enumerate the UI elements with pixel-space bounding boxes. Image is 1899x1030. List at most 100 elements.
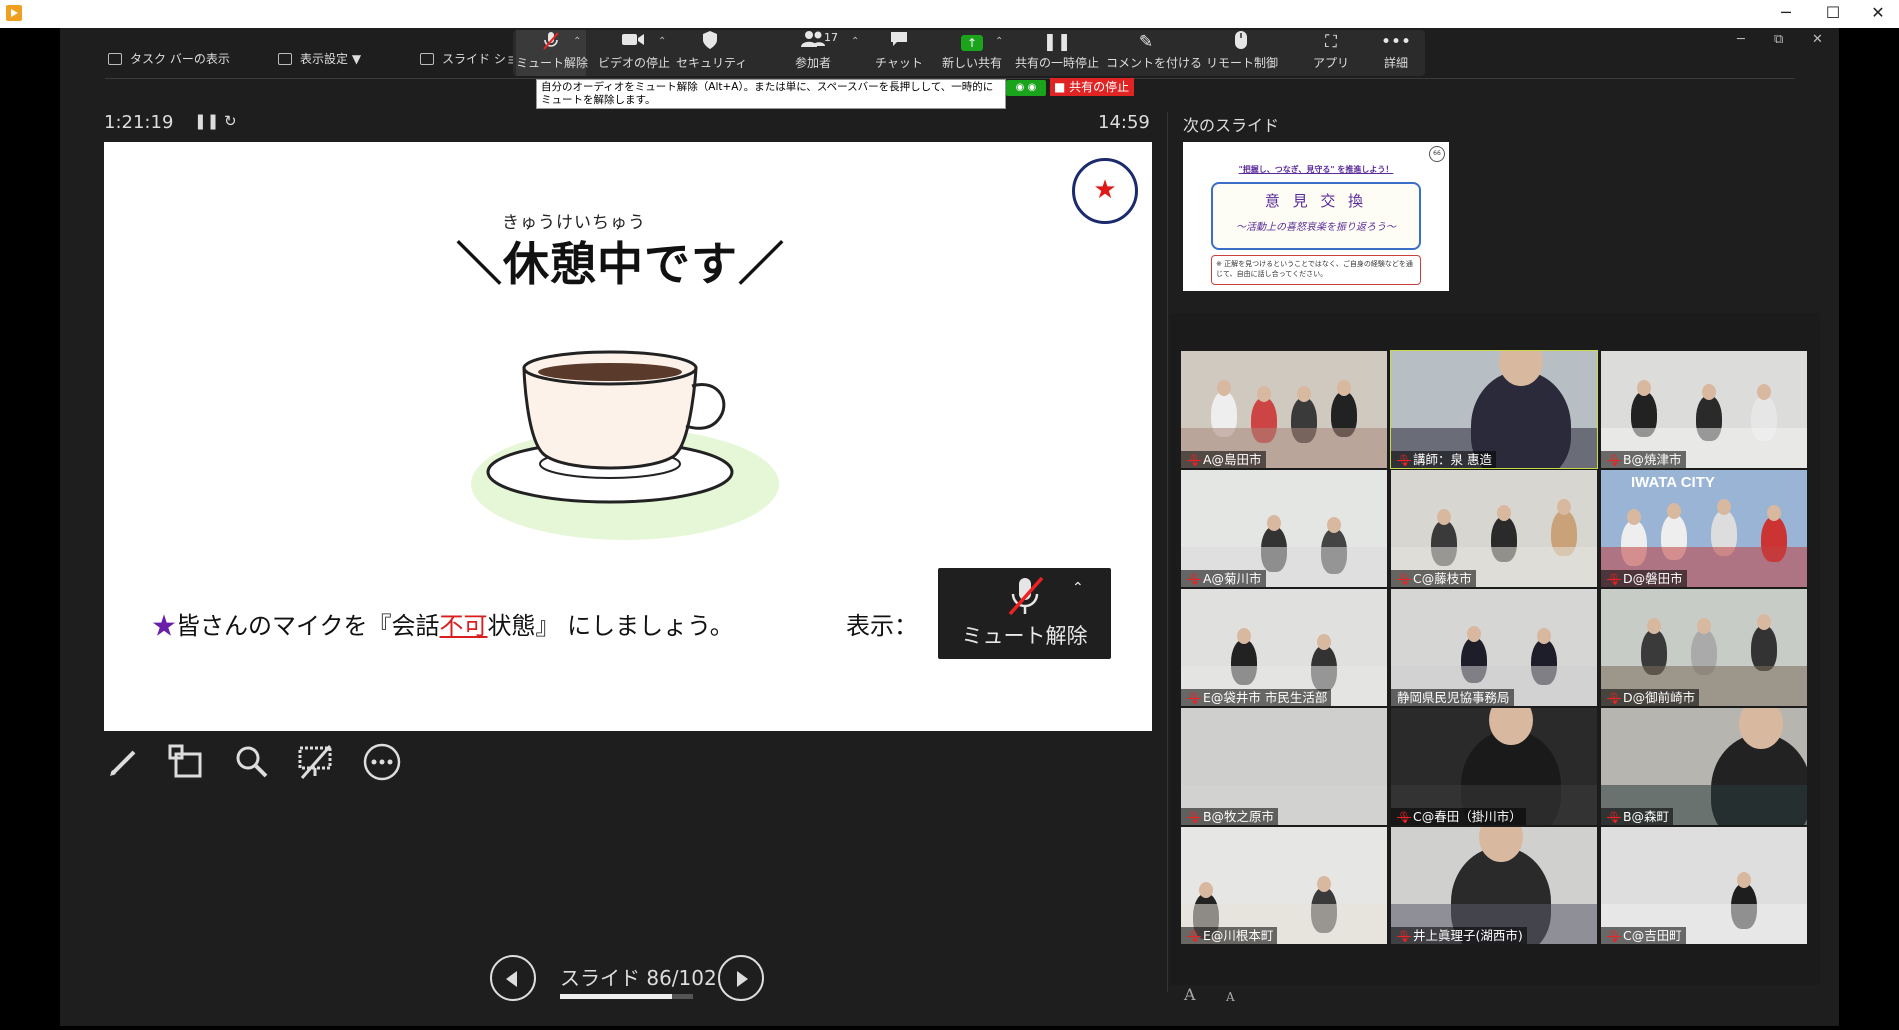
participant-tile[interactable]: 🎙︎ E@袋井市 市民生活部: [1181, 589, 1387, 706]
participant-tile[interactable]: 🎙︎ C@吉田町: [1601, 827, 1807, 944]
muted-mic-icon: 🎙︎: [1607, 454, 1621, 467]
muted-mic-icon: [1008, 576, 1044, 616]
participants-button[interactable]: 17 参加者: [778, 30, 848, 76]
participants-count: 17: [824, 31, 838, 44]
security-label: セキュリティ: [676, 56, 748, 70]
timer-pause-icon[interactable]: ❚❚: [194, 112, 219, 130]
muted-mic-icon: 🎙︎: [1397, 811, 1411, 824]
stop-share-button[interactable]: ■ 共有の停止: [1050, 78, 1134, 96]
unmute-label: ミュート解除: [516, 56, 589, 70]
minimize-button[interactable]: ─: [1763, 0, 1809, 28]
participant-name-label: 🎙︎ B@牧之原市: [1181, 808, 1279, 825]
participant-tile[interactable]: 🎙︎ A@菊川市: [1181, 470, 1387, 587]
mute-button-example: ⌃ ミュート解除: [938, 568, 1111, 659]
pause-share-label: 共有の一時停止: [1014, 56, 1099, 70]
audio-options-chevron[interactable]: ⌃: [573, 36, 581, 47]
person-head: [1537, 627, 1551, 644]
participant-tile[interactable]: 🎙︎ B@焼津市: [1601, 351, 1807, 468]
participant-name: 静岡県民児協事務局: [1397, 690, 1510, 705]
previous-slide-button[interactable]: [490, 955, 536, 1001]
next-slide-title-box: 意 見 交 換 〜活動上の喜怒哀楽を振り返ろう〜: [1211, 182, 1421, 250]
participant-name: C@春田（掛川市）: [1412, 809, 1522, 824]
person-figure: [1751, 613, 1777, 671]
person-head: [1317, 633, 1331, 650]
coffee-cup-illustration: [471, 350, 779, 540]
participant-tile[interactable]: 🎙︎ C@藤枝市: [1391, 470, 1597, 587]
more-label: 詳細: [1383, 56, 1408, 70]
muted-mic-icon: 🎙︎: [1607, 930, 1621, 943]
previous-arrow-icon: [506, 971, 517, 987]
panel-minimize-button[interactable]: ─: [1737, 32, 1745, 47]
participant-tile[interactable]: 🎙︎ B@牧之原市: [1181, 708, 1387, 825]
font-smaller-button[interactable]: A: [1226, 990, 1235, 1004]
muted-mic-icon: 🎙︎: [1397, 454, 1411, 467]
person-head: [1297, 385, 1311, 402]
participant-tile[interactable]: 🎙︎ 井上眞理子(湖西市): [1391, 827, 1597, 944]
pause-icon: ❚❚: [1042, 32, 1072, 52]
current-slide: ★ きゅうけいちゅう ＼休憩中です／ ★皆さんのマイクを『会話不可状態』 にしま…: [104, 142, 1152, 731]
participant-tile[interactable]: 🎙︎ 講師：泉 惠造: [1390, 350, 1598, 469]
video-options-chevron[interactable]: ⌃: [658, 36, 666, 47]
apps-button[interactable]: ⛶ アプリ: [1300, 30, 1362, 76]
participant-name-label: 🎙︎ 講師：泉 惠造: [1391, 451, 1496, 468]
taskbar-toggle[interactable]: タスク バーの表示: [108, 50, 230, 67]
slideshow-button[interactable]: スライド ショ: [420, 50, 518, 67]
panel-restore-button[interactable]: ⧉: [1774, 32, 1783, 47]
annotate-label: コメントを付ける: [1106, 56, 1203, 70]
person-head: [1757, 383, 1771, 400]
pause-share-button[interactable]: ❚❚ 共有の一時停止: [1014, 30, 1100, 76]
display-label: 表示：: [846, 612, 918, 640]
chat-button[interactable]: チャット: [868, 30, 930, 76]
body-text-pre: 皆さんのマイクを『会話: [176, 612, 440, 640]
participant-tile[interactable]: 🎙︎ A@島田市: [1181, 351, 1387, 468]
participant-tile[interactable]: 静岡県民児協事務局: [1391, 589, 1597, 706]
next-slide-button[interactable]: [718, 955, 764, 1001]
participant-tile[interactable]: 🎙︎ C@春田（掛川市）: [1391, 708, 1597, 825]
person-head: [1667, 502, 1681, 519]
remote-control-button[interactable]: リモート制御: [1206, 30, 1278, 76]
font-larger-button[interactable]: A: [1184, 985, 1196, 1004]
participants-label: 参加者: [794, 56, 831, 70]
participant-tile[interactable]: 🎙︎ D@御前崎市: [1601, 589, 1807, 706]
participants-chevron[interactable]: ⌃: [851, 36, 859, 47]
bottom-edge: [0, 1026, 1899, 1030]
panel-close-button[interactable]: ✕: [1812, 32, 1823, 47]
participant-name: 井上眞理子(湖西市): [1412, 928, 1523, 943]
participant-name: B@牧之原市: [1202, 809, 1275, 824]
apps-icon: ⛶: [1325, 32, 1337, 52]
muted-mic-icon: 🎙︎: [1397, 930, 1411, 943]
person-head: [1267, 514, 1281, 531]
all-slides-icon[interactable]: [166, 742, 206, 782]
participant-tile[interactable]: 🎙︎ E@川根本町: [1181, 827, 1387, 944]
participant-name: A@島田市: [1202, 452, 1262, 467]
close-button[interactable]: ✕: [1855, 0, 1899, 28]
new-share-label: 新しい共有: [941, 56, 1002, 70]
security-button[interactable]: セキュリティ: [676, 30, 748, 76]
zoom-magnifier-icon[interactable]: [232, 742, 272, 782]
pen-icon[interactable]: [104, 742, 144, 782]
more-button[interactable]: ••• 詳細: [1368, 30, 1424, 76]
person-head: [1467, 625, 1481, 642]
star-badge: ★: [1072, 158, 1138, 224]
muted-mic-icon: 🎙︎: [1607, 811, 1621, 824]
slide-progress-bar: [560, 994, 693, 999]
black-screen-icon[interactable]: [296, 742, 336, 782]
maximize-button[interactable]: ☐: [1810, 0, 1856, 28]
person-head: [1499, 351, 1543, 387]
body-text-post: 状態』 にしましょう。: [487, 612, 734, 640]
next-slide-thumbnail[interactable]: 66 "把握し、つなぎ、見守る" を推進しよう！ 意 見 交 換 〜活動上の喜怒…: [1183, 142, 1449, 291]
timer-reset-icon[interactable]: ↻: [224, 112, 237, 130]
participant-tile[interactable]: IWATA CITY 🎙︎ D@磐田市: [1601, 470, 1807, 587]
share-options-chevron[interactable]: ⌃: [995, 36, 1003, 47]
next-slide-title: 意 見 交 換: [1264, 192, 1368, 210]
more-options-icon[interactable]: [362, 742, 402, 782]
stop-video-label: ビデオの停止: [598, 56, 671, 70]
annotate-button[interactable]: ✎ コメントを付ける: [1106, 30, 1203, 76]
share-status-indicator: ◉ ◉: [1006, 80, 1046, 96]
slide-progress-fill: [560, 994, 673, 999]
person-head: [1479, 827, 1523, 863]
elapsed-timer: 1:21:19: [104, 112, 174, 133]
participant-tile[interactable]: 🎙︎ B@森町: [1601, 708, 1807, 825]
display-settings-menu[interactable]: 表示設定 ▼: [278, 50, 361, 67]
pencil-icon: ✎: [1138, 32, 1154, 52]
